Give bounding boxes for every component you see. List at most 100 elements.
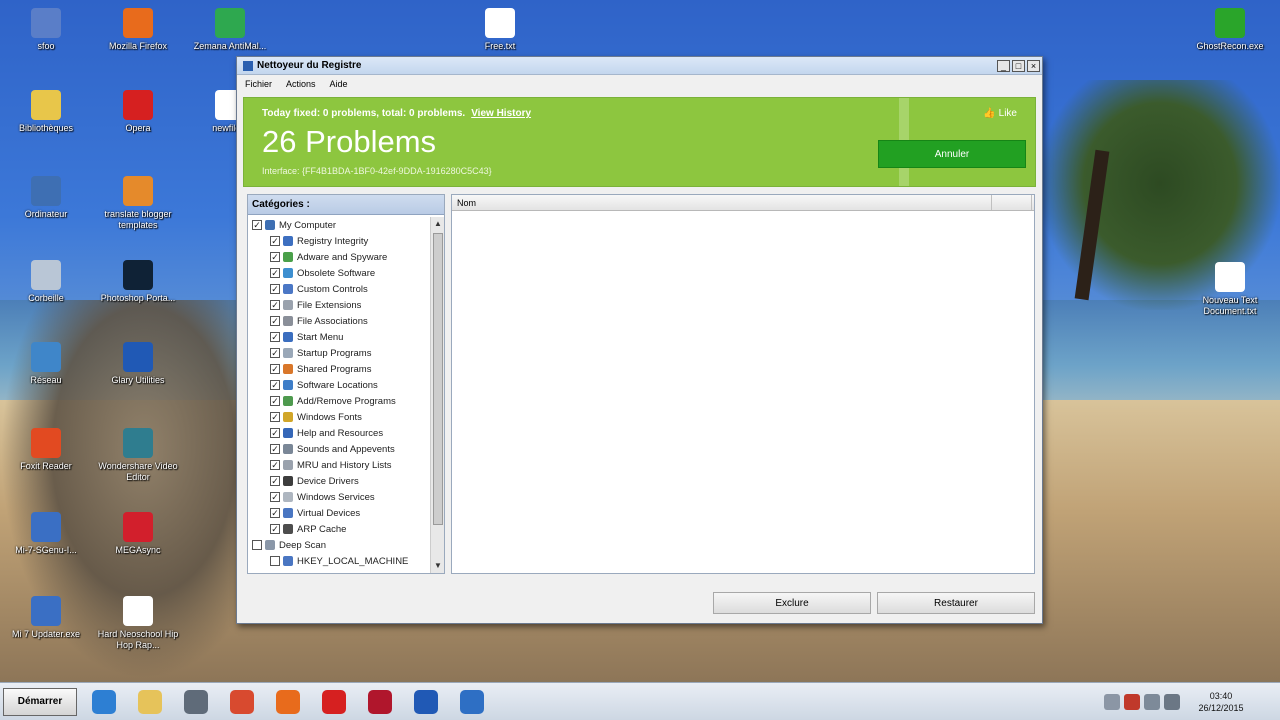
desktop-icon[interactable]: Photoshop Porta... <box>96 260 180 304</box>
category-item[interactable]: ✓ Obsolete Software <box>248 265 430 281</box>
category-item[interactable]: ✓ Shared Programs <box>248 361 430 377</box>
desktop-icon[interactable]: Glary Utilities <box>96 342 180 386</box>
start-button[interactable]: Démarrer <box>3 687 77 716</box>
desktop-icon[interactable]: Foxit Reader <box>4 428 88 472</box>
exclude-button[interactable]: Exclure <box>713 592 871 614</box>
opera-icon <box>123 90 153 120</box>
category-item[interactable]: ✓ Add/Remove Programs <box>248 393 430 409</box>
tray-network-icon[interactable] <box>1144 694 1160 710</box>
desktop-icon[interactable]: MEGAsync <box>96 512 180 556</box>
category-checkbox[interactable]: ✓ <box>270 268 280 278</box>
column-name[interactable]: Nom <box>452 195 992 210</box>
taskbar-app-button[interactable] <box>453 686 491 718</box>
category-checkbox[interactable]: ✓ <box>270 300 280 310</box>
taskbar-app-button[interactable] <box>85 686 123 718</box>
category-item[interactable]: ✓ Startup Programs <box>248 345 430 361</box>
category-checkbox[interactable]: ✓ <box>270 348 280 358</box>
maximize-button[interactable]: □ <box>1012 59 1025 72</box>
tray-volume-icon[interactable] <box>1164 694 1180 710</box>
cancel-button[interactable]: Annuler <box>878 140 1026 168</box>
view-history-link[interactable]: View History <box>471 108 531 119</box>
close-button[interactable]: × <box>1027 59 1040 72</box>
scroll-up-arrow-icon[interactable]: ▲ <box>431 217 445 231</box>
category-item[interactable]: ✓ Windows Fonts <box>248 409 430 425</box>
categories-scrollbar[interactable]: ▲ ▼ <box>430 217 444 573</box>
desktop-icon[interactable]: Corbeille <box>4 260 88 304</box>
category-item[interactable]: ✓ Software Locations <box>248 377 430 393</box>
desktop-icon[interactable]: Hard Neoschool Hip Hop Rap... <box>96 596 180 651</box>
desktop-icon[interactable]: Zemana AntiMal... <box>188 8 272 52</box>
menu-aide[interactable]: Aide <box>330 79 348 89</box>
desktop-icon[interactable]: Free.txt <box>458 8 542 52</box>
desktop-icon[interactable]: translate blogger templates <box>96 176 180 231</box>
category-checkbox[interactable]: ✓ <box>270 332 280 342</box>
category-item[interactable]: ✓ ARP Cache <box>248 521 430 537</box>
category-item[interactable]: ✓ Sounds and Appevents <box>248 441 430 457</box>
title-bar[interactable]: Nettoyeur du Registre _ □ × <box>237 57 1042 75</box>
minimize-button[interactable]: _ <box>997 59 1010 72</box>
desktop-icon[interactable]: Wondershare Video Editor <box>96 428 180 483</box>
category-item[interactable]: ✓ MRU and History Lists <box>248 457 430 473</box>
like-button[interactable]: 👍 Like <box>983 108 1017 119</box>
category-checkbox[interactable]: ✓ <box>270 284 280 294</box>
deep-scan-node[interactable]: Deep Scan <box>248 537 430 553</box>
taskbar-app-button[interactable] <box>315 686 353 718</box>
root-checkbox[interactable]: ✓ <box>252 220 262 230</box>
category-checkbox[interactable]: ✓ <box>270 460 280 470</box>
category-checkbox[interactable]: ✓ <box>270 508 280 518</box>
hklm-node[interactable]: HKEY_LOCAL_MACHINE <box>248 553 430 569</box>
desktop-icon[interactable]: Mozilla Firefox <box>96 8 180 52</box>
category-item[interactable]: ✓ Start Menu <box>248 329 430 345</box>
desktop-icon[interactable]: Mi 7 Updater.exe <box>4 596 88 640</box>
tray-arrow-icon[interactable] <box>1104 694 1120 710</box>
category-checkbox[interactable]: ✓ <box>270 252 280 262</box>
category-checkbox[interactable]: ✓ <box>270 524 280 534</box>
category-item[interactable]: ✓ Virtual Devices <box>248 505 430 521</box>
category-checkbox[interactable]: ✓ <box>270 476 280 486</box>
category-checkbox[interactable]: ✓ <box>270 316 280 326</box>
desktop-icon[interactable]: Ordinateur <box>4 176 88 220</box>
hklm-checkbox[interactable] <box>270 556 280 566</box>
column-extra[interactable] <box>992 195 1032 210</box>
deep-scan-checkbox[interactable] <box>252 540 262 550</box>
taskbar-app-button[interactable] <box>269 686 307 718</box>
desktop-icon[interactable]: Mi-7-SGenu-I... <box>4 512 88 556</box>
category-item[interactable]: ✓ Registry Integrity <box>248 233 430 249</box>
restore-button[interactable]: Restaurer <box>877 592 1035 614</box>
desktop-icon[interactable]: Réseau <box>4 342 88 386</box>
category-item[interactable]: ✓ Custom Controls <box>248 281 430 297</box>
desktop-icon[interactable]: Opera <box>96 90 180 134</box>
scroll-thumb[interactable] <box>433 233 443 525</box>
category-checkbox[interactable]: ✓ <box>270 492 280 502</box>
taskbar-app-button[interactable] <box>177 686 215 718</box>
tree-root[interactable]: ✓ My Computer <box>248 217 430 233</box>
category-item[interactable]: ✓ Windows Services <box>248 489 430 505</box>
menu-fichier[interactable]: Fichier <box>245 79 272 89</box>
shared-icon <box>283 364 293 374</box>
category-item[interactable]: ✓ File Associations <box>248 313 430 329</box>
desktop-icon[interactable]: Nouveau Text Document.txt <box>1188 262 1272 317</box>
category-checkbox[interactable]: ✓ <box>270 236 280 246</box>
category-item[interactable]: ✓ Device Drivers <box>248 473 430 489</box>
desktop-icon[interactable]: Bibliothèques <box>4 90 88 134</box>
category-checkbox[interactable]: ✓ <box>270 396 280 406</box>
desktop-icon[interactable]: sfoo <box>4 8 88 52</box>
taskbar-app-button[interactable] <box>223 686 261 718</box>
category-item[interactable]: ✓ Adware and Spyware <box>248 249 430 265</box>
category-checkbox[interactable]: ✓ <box>270 444 280 454</box>
tray-stop-icon[interactable] <box>1124 694 1140 710</box>
category-item[interactable]: ✓ File Extensions <box>248 297 430 313</box>
category-item[interactable]: ✓ Help and Resources <box>248 425 430 441</box>
category-checkbox[interactable]: ✓ <box>270 412 280 422</box>
taskbar-app-button[interactable] <box>407 686 445 718</box>
scroll-down-arrow-icon[interactable]: ▼ <box>431 559 445 573</box>
category-checkbox[interactable]: ✓ <box>270 364 280 374</box>
desktop-icon[interactable]: GhostRecon.exe <box>1188 8 1272 52</box>
software-loc-icon <box>283 380 293 390</box>
category-checkbox[interactable]: ✓ <box>270 428 280 438</box>
category-checkbox[interactable]: ✓ <box>270 380 280 390</box>
taskbar-app-button[interactable] <box>361 686 399 718</box>
clock[interactable]: 03:40 26/12/2015 <box>1184 690 1258 714</box>
menu-actions[interactable]: Actions <box>286 79 316 89</box>
taskbar-app-button[interactable] <box>131 686 169 718</box>
